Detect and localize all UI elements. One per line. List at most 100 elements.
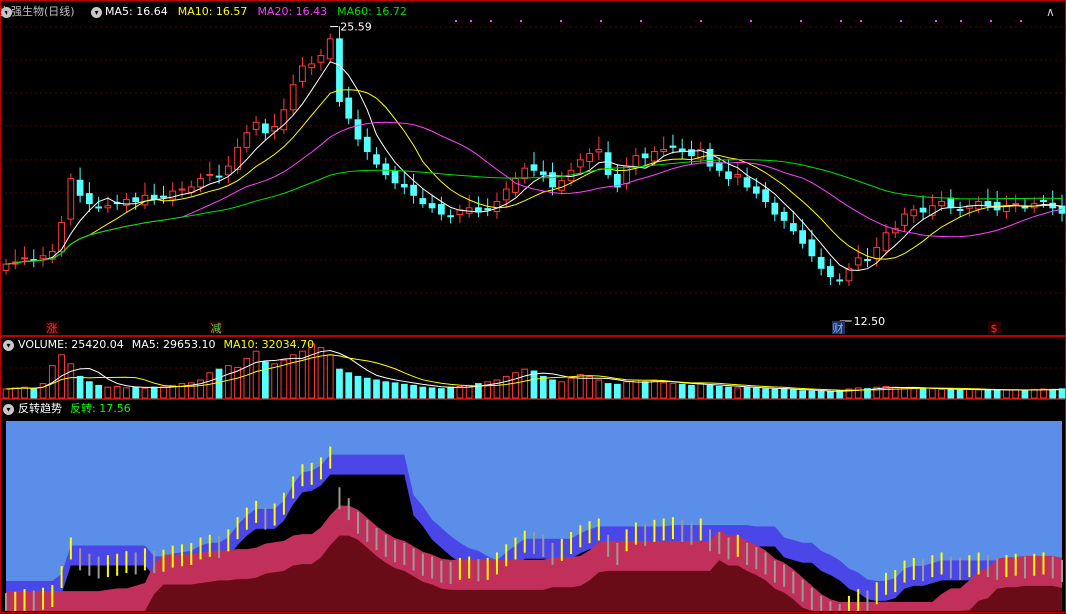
top-signal-dot [750,20,752,22]
candle-up [206,173,214,176]
volume-bar [271,363,279,399]
candle-down [947,197,955,209]
volume-bar [502,375,510,399]
candle-down [808,239,816,257]
candle-up [2,263,10,271]
candle-up [104,205,112,209]
volume-bar [938,388,945,399]
volume-bar [67,363,75,399]
candle-down [391,170,399,184]
ma-dropdown-icon[interactable]: ▾ [91,7,102,18]
candle-down [530,164,538,171]
candle-up [224,165,232,176]
volume-bar [141,387,149,399]
volume-bar [789,389,797,399]
candle-up [197,178,204,188]
volume-bar [771,388,779,399]
volume-bar [289,354,297,399]
volume-bar [113,385,121,399]
top-signal-dot [800,20,802,22]
candle-down [604,152,612,175]
candle-up [299,65,306,82]
candle-down [382,163,390,175]
volume-bar [345,372,353,399]
candle-up [502,188,510,201]
candle-down [864,259,871,262]
volume-bar [150,386,158,399]
volume-bar [623,381,631,399]
kline-chart: 25.59 12.50 涨 减 财 $ [0,0,1066,613]
candle-up [586,153,593,162]
candle-down [484,208,492,211]
volume-bar [975,389,983,399]
candle-down [789,223,797,232]
volume-bar [123,387,130,399]
volume-bar [1040,388,1047,399]
volume-bar [456,385,464,399]
volume-bar [382,381,390,399]
candle-down [447,215,455,218]
top-signal-dot [700,20,702,22]
stock-title: 九强生物(日线) [0,5,75,18]
volume-bar [530,370,538,399]
candle-down [956,208,964,211]
volume-bar [521,368,529,399]
volume-label-1: MA5: 29653.10 [131,338,216,351]
volume-bar [11,387,19,399]
volume-bar [1030,388,1038,399]
volume-bar [752,387,760,399]
volume-bar [132,386,140,399]
candle-down [215,175,223,178]
candle-up [178,188,186,191]
candle-down [419,198,427,205]
candle-up [938,201,945,207]
top-signal-dot [640,20,642,22]
volume-bar [651,380,658,399]
candle-down [725,171,732,180]
candle-up [660,148,668,152]
candle-up [576,159,584,168]
volume-bar [956,389,964,399]
candle-down [132,197,140,203]
candle-up [651,150,658,162]
signal-text-2: 财 [833,321,844,335]
volume-bar [808,390,816,399]
candle-up [558,180,566,191]
volume-bar [354,375,362,399]
volume-bar [567,377,575,399]
top-signal-dot [560,20,562,22]
volume-bar [919,388,927,399]
panel-toggle-icon[interactable]: ∧ [1046,5,1055,19]
volume-bar [317,347,325,399]
candle-down [363,136,371,152]
candle-down [400,183,408,188]
indicator-dropdown-icon[interactable]: ▾ [3,404,14,415]
volume-bar [993,389,1001,399]
candle-up [623,165,631,185]
candle-down [771,202,779,215]
volume-bar [308,343,316,399]
volume-label-2: MA10: 32034.70 [223,338,315,351]
volume-bar [669,383,677,399]
volume-bar [984,389,992,399]
volume-bar [85,381,93,399]
top-signal-dot [470,20,472,22]
volume-bar [261,361,269,399]
candle-down [428,203,436,209]
candle-up [512,178,519,193]
volume-dropdown-icon[interactable]: ▾ [3,340,14,351]
volume-bar [206,372,214,399]
volume-bar [928,388,936,399]
top-signal-dot [520,20,522,22]
volume-bar [1003,389,1010,399]
volume-bar [512,372,519,399]
candle-down [984,201,992,207]
candle-up [901,213,908,226]
volume-bar [373,379,380,399]
ma-label-0: MA5: 16.64 [105,5,168,18]
candle-up [58,221,65,253]
volume-bar [901,387,908,399]
volume-bar [363,377,371,399]
volume-bar [725,386,732,399]
candle-up [521,167,529,180]
